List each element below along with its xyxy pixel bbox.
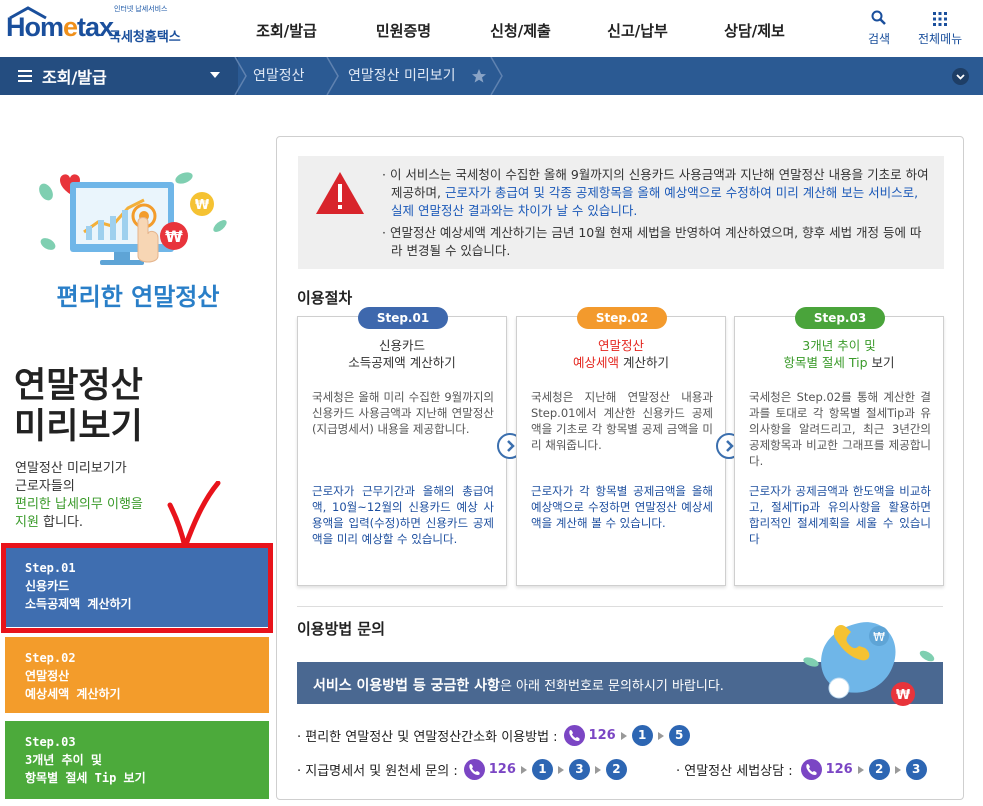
page-description: 연말정산 미리보기가 근로자들의 편리한 납세의무 이행을 지원 합니다. <box>15 461 143 530</box>
nav-item-apply[interactable]: 신청/제출 <box>462 20 579 41</box>
phone-icon <box>563 725 585 746</box>
global-nav: 조회/발급 민원증명 신청/제출 신고/납부 상담/제보 <box>228 20 813 41</box>
menu-number-badge: 2 <box>605 759 627 780</box>
phone-line-withholding: · 지급명세서 및 원천세 문의 : 126 1 3 2 <box>297 759 627 780</box>
banner-text: 서비스 이용방법 등 궁금한 사항은 아래 전화번호로 문의하시기 바랍니다. <box>313 678 724 694</box>
logo-wordmark: Hometax. <box>6 12 121 42</box>
all-menu-button[interactable]: 전체메뉴 <box>918 10 962 47</box>
red-checkmark-annotation <box>167 481 221 551</box>
warning-icon <box>316 172 364 214</box>
phone-number[interactable]: 126 <box>826 762 853 777</box>
phone-number[interactable]: 126 <box>489 762 516 777</box>
step3-tax-tip-button[interactable]: Step.03 3개년 추이 및 항목별 절세 Tip 보기 <box>5 721 269 799</box>
breadcrumb-separator-icon <box>326 57 339 95</box>
search-label: 검색 <box>868 32 891 46</box>
phone-icon <box>800 759 822 780</box>
svg-text:₩: ₩ <box>195 198 210 213</box>
procedure-card-step3: Step.03 3개년 추이 및 항목별 절세 Tip 보기 국세청은 Step… <box>734 307 944 586</box>
card-body-text: 국세청은 올해 미리 수집한 9월까지의 신용카드 사용금액과 지난해 연말정산… <box>312 390 494 436</box>
hamburger-icon <box>18 70 32 82</box>
nav-item-report[interactable]: 신고/납부 <box>579 20 696 41</box>
yearend-settlement-illustration: ₩ ₩ <box>39 172 227 265</box>
menu-number-badge: 3 <box>905 759 927 780</box>
breadcrumb-item-yearend[interactable]: 연말정산 <box>253 57 305 95</box>
step-pill: Step.02 <box>577 307 667 329</box>
card-highlight-text: 근로자가 근무기간과 올해의 총급여액, 10월~12월의 신용카드 예상 사용… <box>312 484 494 546</box>
step-pill: Step.01 <box>358 307 448 329</box>
notice-box: · 이 서비스는 국세청이 수집한 올해 9월까지의 신용카드 사용금액과 지난… <box>298 156 944 269</box>
search-button[interactable]: 검색 <box>868 10 890 47</box>
card-body-text: 국세청은 지난해 연말정산 내용과 Step.01에서 계산한 신용카드 공제액… <box>531 390 713 452</box>
inquiry-section-title: 이용방법 문의 <box>297 620 386 638</box>
location-bar: 조회/발급 연말정산 연말정산 미리보기 <box>0 57 983 95</box>
grid-menu-icon <box>933 12 948 26</box>
favorite-star-icon[interactable] <box>472 69 486 83</box>
nav-item-counsel[interactable]: 상담/제보 <box>696 20 813 41</box>
location-expand-button[interactable] <box>952 68 969 85</box>
card-heading: 연말정산 예상세액 계산하기 <box>573 338 669 370</box>
phone-icon <box>463 759 485 780</box>
nav-item-certificate[interactable]: 민원증명 <box>345 20 462 41</box>
card-heading: 신용카드 소득공제액 계산하기 <box>348 338 456 370</box>
logo-name: 국세청홈택스 <box>109 30 181 45</box>
procedure-section-title: 이용절차 <box>297 289 353 307</box>
svg-text:₩: ₩ <box>896 688 911 703</box>
svg-text:₩: ₩ <box>873 630 885 644</box>
logo-tagline: 인터넷 납세서비스 <box>114 6 168 13</box>
menu-number-badge: 5 <box>668 725 690 746</box>
phone-speech-illustration: ₩ ₩ <box>803 622 935 706</box>
card-highlight-text: 근로자가 각 항목별 공제금액을 올해예상액으로 수정하면 연말정산 예상세액을… <box>531 484 713 530</box>
section-divider <box>297 606 943 607</box>
nav-item-lookup[interactable]: 조회/발급 <box>228 20 345 41</box>
card-body-text: 국세청은 Step.02를 통해 계산한 결과를 토대로 각 항목별 절세Tip… <box>749 390 931 468</box>
phone-number[interactable]: 126 <box>589 728 616 743</box>
phone-line-usage: · 편리한 연말정산 및 연말정산간소화 이용방법 : 126 1 5 <box>297 725 690 746</box>
top-header: 인터넷 납세서비스 Hometax. 국세청홈택스 조회/발급 민원증명 신청/… <box>0 0 983 57</box>
chevron-down-icon <box>956 74 965 80</box>
caret-down-icon <box>210 72 220 78</box>
menu-category-label: 조회/발급 <box>42 68 107 87</box>
page-title: 연말정산 미리보기 <box>14 366 143 447</box>
menu-number-badge: 3 <box>568 759 590 780</box>
all-menu-label: 전체메뉴 <box>918 32 963 46</box>
menu-number-badge: 2 <box>868 759 890 780</box>
breadcrumb-item-preview[interactable]: 연말정산 미리보기 <box>348 57 456 95</box>
menu-number-badge: 1 <box>531 759 553 780</box>
menu-category-dropdown[interactable]: 조회/발급 <box>0 57 238 95</box>
breadcrumb-separator-icon <box>490 57 503 95</box>
svg-text:₩: ₩ <box>165 227 183 246</box>
red-highlight-box <box>1 543 273 633</box>
notice-text: · 이 서비스는 국세청이 수집한 올해 9월까지의 신용카드 사용금액과 지난… <box>382 167 929 258</box>
step-pill: Step.03 <box>795 307 885 329</box>
hometax-logo[interactable]: 인터넷 납세서비스 Hometax. 국세청홈택스 <box>6 4 191 50</box>
search-icon <box>871 10 886 25</box>
procedure-card-step2: Step.02 연말정산 예상세액 계산하기 국세청은 지난해 연말정산 내용과… <box>516 307 726 586</box>
hero-title: 편리한 연말정산 <box>56 283 220 311</box>
breadcrumb-separator-icon <box>234 57 247 95</box>
step2-expected-tax-button[interactable]: Step.02 연말정산 예상세액 계산하기 <box>5 637 269 713</box>
card-highlight-text: 근로자가 공제금액과 한도액을 비교하고, 절세Tip과 유의사항을 활용하면 … <box>749 484 931 546</box>
card-heading: 3개년 추이 및 항목별 절세 Tip 보기 <box>783 338 895 370</box>
menu-number-badge: 1 <box>631 725 653 746</box>
procedure-card-step1: Step.01 신용카드 소득공제액 계산하기 국세청은 올해 미리 수집한 9… <box>297 307 507 586</box>
phone-line-tax-law: · 연말정산 세법상담 : 126 2 3 <box>676 759 927 780</box>
